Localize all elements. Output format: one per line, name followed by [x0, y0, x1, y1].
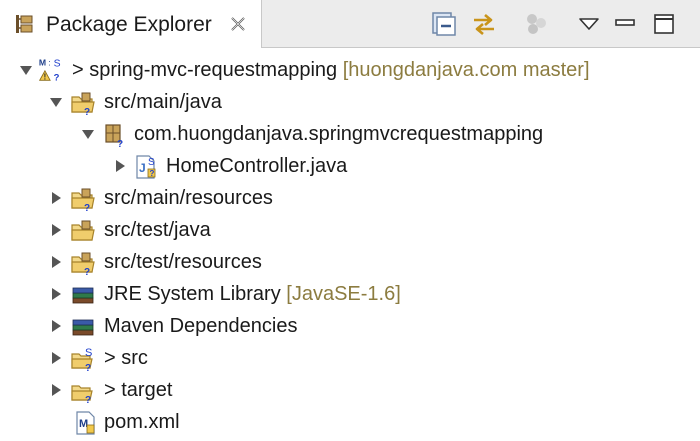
source-folder-icon: ?	[71, 188, 95, 212]
tree-item-src-test-resources[interactable]: ? src/test/resources	[0, 246, 700, 278]
chevron-right-icon[interactable]	[48, 382, 64, 398]
view-menu-icon	[579, 18, 599, 30]
project-name: spring-mvc-requestmapping	[89, 59, 338, 81]
view-menu-button[interactable]	[575, 10, 603, 38]
project-label: > spring-mvc-requestmapping [huongdanjav…	[72, 57, 590, 83]
minimize-icon	[615, 19, 635, 26]
src-main-java-label: src/main/java	[104, 91, 222, 113]
svg-text:M: M	[39, 58, 46, 68]
svg-text:S: S	[148, 157, 155, 168]
svg-text:?: ?	[85, 395, 91, 404]
svg-text:?: ?	[85, 363, 91, 372]
jre-decoration: [JavaSE-1.6]	[286, 283, 401, 305]
package-label: com.huongdanjava.springmvcrequestmapping	[134, 123, 544, 145]
package-explorer-icon	[16, 15, 33, 33]
package-explorer-view: Package Explorer M: S ! ? > spring-mvc-…	[0, 0, 700, 441]
view-header: Package Explorer	[0, 0, 700, 48]
tree-item-src-test-java[interactable]: src/test/java	[0, 214, 700, 246]
collapse-all-icon	[432, 12, 456, 36]
chevron-down-icon[interactable]	[48, 94, 64, 110]
chevron-right-icon[interactable]	[48, 222, 64, 238]
tree-item-src-main-resources[interactable]: ? src/main/resources	[0, 182, 700, 214]
source-folder-icon: ?	[71, 252, 95, 276]
jre-label: JRE System Library	[104, 283, 281, 305]
src-test-java-label: src/test/java	[104, 219, 211, 241]
folder-icon: S ?	[71, 347, 93, 372]
src-test-resources-label: src/test/resources	[104, 251, 262, 273]
tree-item-src-folder[interactable]: S ? > src	[0, 342, 700, 374]
svg-text:?: ?	[117, 139, 123, 148]
maximize-icon	[654, 14, 674, 34]
svg-text:?: ?	[84, 203, 90, 212]
tree-item-src-main-java[interactable]: ? src/main/java	[0, 86, 700, 118]
src-folder-label: > src	[104, 347, 148, 369]
target-folder-label: > target	[104, 379, 173, 401]
tree-item-jre-library[interactable]: JRE System Library [JavaSE-1.6]	[0, 278, 700, 310]
close-icon[interactable]	[228, 14, 248, 34]
chevron-down-icon[interactable]	[80, 126, 96, 142]
project-prefix: >	[72, 59, 90, 81]
svg-text:S: S	[85, 347, 92, 359]
svg-text:?: ?	[84, 267, 90, 276]
tree-item-maven-dependencies[interactable]: Maven Dependencies	[0, 310, 700, 342]
link-with-editor-icon	[474, 14, 494, 35]
maximize-button[interactable]	[650, 10, 678, 38]
project-decoration: [huongdanjava.com master]	[342, 59, 590, 81]
svg-text:?: ?	[54, 72, 60, 82]
chevron-right-icon[interactable]	[48, 286, 64, 302]
home-controller-label: HomeController.java	[166, 155, 348, 177]
chevron-right-icon[interactable]	[112, 158, 128, 174]
focus-task-icon	[527, 14, 546, 34]
tree-item-home-controller[interactable]: J S ? HomeController.java	[0, 150, 700, 182]
maven-project-icon: M : S ! ?	[39, 58, 61, 82]
library-icon	[72, 287, 94, 304]
tree-item-project[interactable]: M : S ! ? > spring-mvc-requestmapping [h…	[0, 54, 700, 86]
project-tree: M : S ! ? > spring-mvc-requestmapping [h…	[0, 48, 700, 441]
source-folder-icon	[71, 220, 95, 241]
link-with-editor-button[interactable]	[470, 10, 498, 38]
pom-label: pom.xml	[104, 411, 180, 433]
source-folder-icon: ?	[71, 92, 95, 116]
svg-text:?: ?	[84, 107, 90, 116]
package-explorer-tab[interactable]: Package Explorer	[0, 0, 262, 48]
java-file-icon: J S ?	[136, 155, 156, 179]
minimize-button[interactable]	[611, 10, 639, 38]
maven-pom-icon: M	[76, 411, 95, 435]
chevron-right-icon[interactable]	[48, 350, 64, 366]
chevron-down-icon[interactable]	[18, 62, 34, 78]
src-main-resources-label: src/main/resources	[104, 187, 273, 209]
svg-text:?: ?	[150, 169, 155, 178]
folder-icon: ?	[71, 385, 93, 404]
chevron-right-icon[interactable]	[48, 318, 64, 334]
focus-task-button[interactable]	[522, 10, 550, 38]
tree-item-pom[interactable]: M pom.xml	[0, 406, 700, 438]
jre-label-group: JRE System Library [JavaSE-1.6]	[104, 281, 401, 307]
library-icon	[72, 319, 94, 336]
tree-item-target-folder[interactable]: ? > target	[0, 374, 700, 406]
svg-text:!: !	[44, 72, 47, 81]
maven-label: Maven Dependencies	[104, 315, 298, 337]
chevron-right-icon[interactable]	[48, 190, 64, 206]
svg-text::: :	[48, 58, 50, 68]
chevron-right-icon[interactable]	[48, 254, 64, 270]
svg-text:S: S	[54, 58, 61, 69]
svg-text:J: J	[139, 161, 146, 175]
collapse-all-button[interactable]	[430, 10, 458, 38]
tree-item-package[interactable]: ? com.huongdanjava.springmvcrequestmappi…	[0, 118, 700, 150]
package-icon: ?	[105, 124, 123, 148]
view-title: Package Explorer	[46, 13, 212, 36]
